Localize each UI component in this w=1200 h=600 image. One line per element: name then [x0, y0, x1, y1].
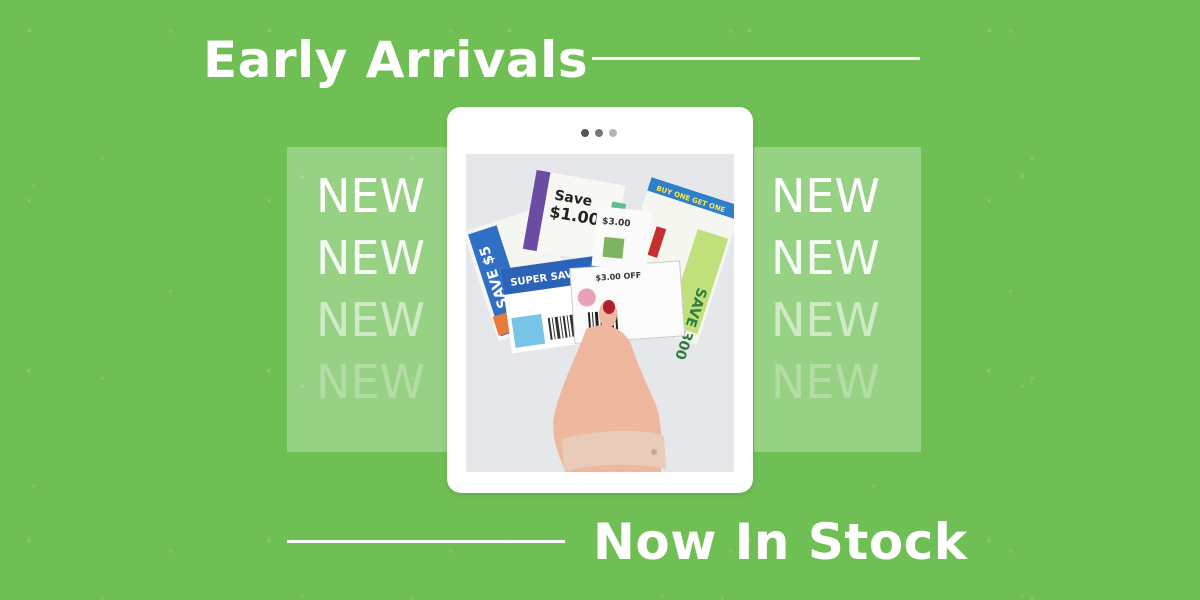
- new-label: NEW: [771, 169, 880, 223]
- new-list-right: NEW NEW NEW NEW: [742, 165, 909, 413]
- headline-early-arrivals: Early Arrivals: [203, 31, 589, 89]
- new-label: NEW: [771, 355, 880, 409]
- new-label: NEW: [316, 293, 425, 347]
- coupon-photo: SAVE $5 Save $1.00 BUY ONE GET ONE SAVE …: [466, 154, 734, 472]
- new-label: NEW: [771, 293, 880, 347]
- tablet-frame: SAVE $5 Save $1.00 BUY ONE GET ONE SAVE …: [447, 107, 753, 493]
- divider-bottom: [287, 540, 565, 543]
- tablet-dot: [581, 129, 589, 137]
- tablet-dot: [609, 129, 617, 137]
- new-label: NEW: [771, 231, 880, 285]
- new-list-left: NEW NEW NEW NEW: [287, 165, 454, 413]
- new-label: NEW: [316, 355, 425, 409]
- divider-top: [592, 57, 920, 60]
- tablet-dot: [595, 129, 603, 137]
- new-label: NEW: [316, 169, 425, 223]
- new-label: NEW: [316, 231, 425, 285]
- headline-now-in-stock: Now In Stock: [593, 513, 968, 571]
- hand-holding-coupons-illustration: SAVE $5 Save $1.00 BUY ONE GET ONE SAVE …: [466, 154, 734, 472]
